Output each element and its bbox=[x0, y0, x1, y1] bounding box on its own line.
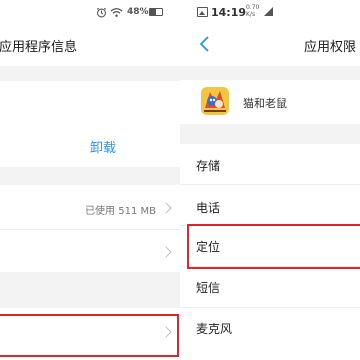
section-gap bbox=[180, 124, 360, 144]
permission-item[interactable]: 短信 bbox=[180, 267, 360, 307]
title-bar: 应用程序信息 bbox=[0, 26, 180, 66]
storage-usage: 已使用 511 MB bbox=[85, 206, 156, 217]
app-header-row: 卸载 bbox=[0, 81, 180, 167]
section-gap bbox=[0, 167, 180, 185]
app-row: 猫和老鼠 bbox=[180, 80, 360, 124]
highlight-box bbox=[187, 224, 360, 269]
title-bar: 应用权限 bbox=[180, 26, 360, 66]
app-info-screen: 48% 应用程序信息 卸载 已使用 511 MB bbox=[0, 0, 180, 360]
section-gap bbox=[180, 66, 360, 80]
network-speed: 0.70 K/s bbox=[246, 4, 260, 18]
permission-item[interactable]: 存储 bbox=[180, 144, 360, 184]
wifi-icon bbox=[110, 8, 123, 17]
signal-icon bbox=[264, 7, 273, 16]
permission-label: 短信 bbox=[196, 281, 221, 295]
permission-label: 电话 bbox=[196, 201, 221, 215]
battery-percent: 48% bbox=[127, 7, 149, 17]
page-title: 应用权限 bbox=[304, 40, 357, 55]
permission-label: 存储 bbox=[196, 159, 221, 173]
status-bar: 14:19 0.70 K/s bbox=[180, 0, 360, 26]
app-name: 猫和老鼠 bbox=[243, 97, 287, 110]
image-icon bbox=[197, 7, 208, 17]
uninstall-button[interactable]: 卸载 bbox=[90, 137, 116, 156]
permission-item[interactable]: 电话 bbox=[180, 185, 360, 225]
section-gap bbox=[0, 66, 180, 81]
list-row[interactable] bbox=[0, 230, 180, 272]
permission-item[interactable]: 麦克风 bbox=[180, 308, 360, 348]
section-gap bbox=[0, 272, 180, 308]
page-title: 应用程序信息 bbox=[0, 40, 78, 55]
chevron-right-icon bbox=[160, 202, 172, 214]
battery-icon bbox=[149, 8, 163, 16]
storage-row[interactable]: 已使用 511 MB bbox=[0, 185, 180, 229]
app-icon bbox=[201, 87, 229, 115]
back-arrow-icon[interactable] bbox=[198, 35, 210, 53]
app-permissions-screen: 14:19 0.70 K/s 应用权限 猫和老鼠 存储 电话 定位 短信 麦克风 bbox=[180, 0, 360, 360]
permission-label: 麦克风 bbox=[196, 322, 233, 336]
status-bar: 48% bbox=[0, 0, 180, 26]
highlight-box bbox=[0, 314, 179, 357]
status-time: 14:19 bbox=[211, 6, 247, 19]
chevron-right-icon bbox=[160, 246, 172, 258]
alarm-icon bbox=[96, 7, 107, 18]
